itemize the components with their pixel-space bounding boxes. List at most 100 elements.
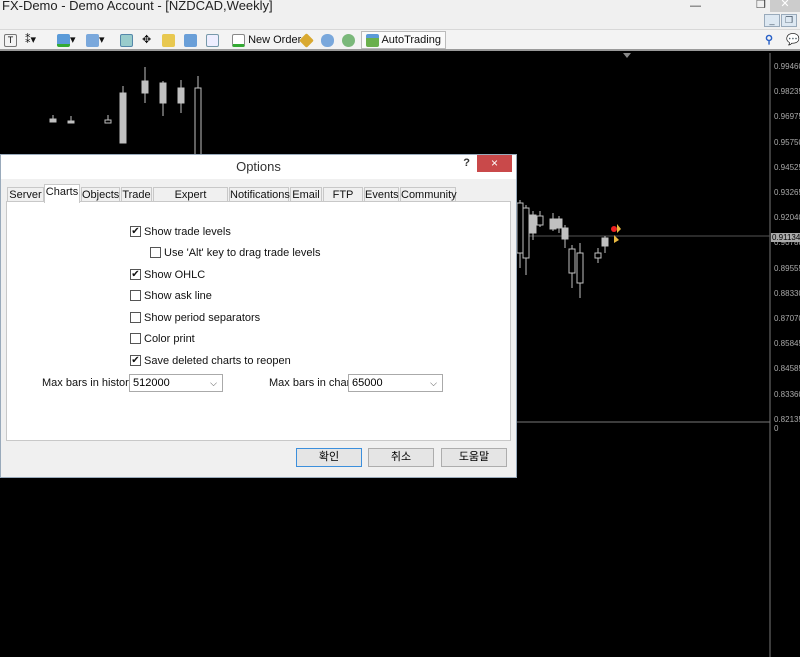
checkbox-label: Show period separators xyxy=(144,312,261,324)
chat-icon[interactable]: 💬 xyxy=(786,32,800,48)
checkbox-label: Show ask line xyxy=(144,290,212,302)
candle xyxy=(522,205,530,275)
candle xyxy=(561,225,569,248)
tab-expert-advisors[interactable]: Expert Advisors xyxy=(153,187,228,215)
max-bars-history-select[interactable]: 512000 ⌵ xyxy=(129,374,223,392)
price-label: 0.83360 xyxy=(774,389,800,399)
strategy-tester-icon[interactable] xyxy=(206,32,219,48)
profiles-icon[interactable]: ▾ xyxy=(86,32,105,48)
terminal-icon[interactable] xyxy=(184,32,197,48)
crosshair-icon[interactable]: ✥ xyxy=(142,32,151,48)
tab-objects[interactable]: Objects xyxy=(81,187,120,202)
candle xyxy=(568,245,576,288)
new-chart-icon[interactable]: ▾ xyxy=(57,32,76,48)
checkbox-color-print[interactable]: Color print xyxy=(130,333,195,346)
signals-icon[interactable] xyxy=(321,32,334,48)
candle xyxy=(576,243,584,298)
candle xyxy=(141,67,149,103)
checkbox-show-ask-line[interactable]: Show ask line xyxy=(130,290,212,303)
tab-community[interactable]: Community xyxy=(400,187,457,202)
candle xyxy=(119,86,127,144)
chevron-down-icon: ⌵ xyxy=(210,378,217,388)
navigator-icon[interactable] xyxy=(162,32,175,48)
dialog-title: Options xyxy=(236,159,281,174)
candle xyxy=(67,116,75,124)
tab-notifications[interactable]: Notifications xyxy=(229,187,290,202)
candle xyxy=(555,216,563,233)
candle xyxy=(104,115,112,124)
max-bars-history-label: Max bars in history: xyxy=(42,377,138,389)
new-order-button[interactable]: New Order xyxy=(232,32,301,48)
checkbox-label: Save deleted charts to reopen xyxy=(144,355,291,367)
autotrading-button[interactable]: AutoTrading xyxy=(361,31,446,49)
price-label: 0.94525 xyxy=(774,162,800,172)
tab-email[interactable]: Email xyxy=(290,187,322,202)
trade-arrow-icon xyxy=(611,224,621,243)
checkbox-show-ohlc[interactable]: ✔ Show OHLC xyxy=(130,269,205,282)
price-label: 0.93265 xyxy=(774,188,800,197)
candle xyxy=(549,213,557,231)
charts-tab-panel: ✔ Show trade levels Use 'Alt' key to drag … xyxy=(6,201,511,441)
price-label: 0.92040 xyxy=(774,213,800,223)
checkbox-label: Color print xyxy=(144,333,195,345)
shift-marker-icon xyxy=(623,53,631,58)
toolbar: T ⁑▾ ▾ ▾ ✥ New Order AutoTrading ⚲ 💬 xyxy=(0,30,800,51)
checkbox-use-alt-key-to-drag-trade-levels[interactable]: Use 'Alt' key to drag trade levels xyxy=(150,247,320,260)
max-bars-chart-select[interactable]: 65000 ⌵ xyxy=(348,374,443,392)
chevron-down-icon: ⌵ xyxy=(430,378,437,388)
candle xyxy=(601,236,609,253)
options-dialog: Options ? × Server Charts Objects Trade Expe… xyxy=(0,154,517,478)
checkbox-box[interactable]: ✔ xyxy=(130,269,141,280)
help-icon[interactable]: ? xyxy=(463,157,470,169)
price-label: 0.98235 xyxy=(774,87,800,97)
checkbox-box[interactable]: ✔ xyxy=(130,355,141,366)
checkbox-box[interactable]: ✔ xyxy=(130,226,141,237)
candle xyxy=(49,115,57,123)
maximize-button[interactable]: ❐ xyxy=(756,0,766,11)
candle xyxy=(177,80,185,113)
help-button[interactable]: 도움말 xyxy=(441,448,507,467)
price-label: 0.88330 xyxy=(774,288,800,298)
candle xyxy=(536,211,544,227)
price-label: 0.84585 xyxy=(774,364,800,374)
tab-events[interactable]: Events xyxy=(364,187,399,202)
current-price-label: 0.91134 xyxy=(771,233,800,242)
metaeditor-icon[interactable] xyxy=(299,32,314,48)
minimize-button[interactable]: — xyxy=(690,0,701,12)
max-bars-history-value: 512000 xyxy=(133,377,170,389)
close-window-button[interactable]: ✕ xyxy=(770,0,800,12)
checkbox-show-period-separators[interactable]: Show period separators xyxy=(130,312,260,325)
checkbox-box[interactable] xyxy=(130,333,141,344)
price-label: 0.87070 xyxy=(774,314,800,323)
checkbox-box[interactable] xyxy=(130,290,141,301)
autotrading-label: AutoTrading xyxy=(381,34,441,46)
checkbox-label: Show OHLC xyxy=(144,269,206,281)
candle xyxy=(594,248,602,263)
tab-trade[interactable]: Trade xyxy=(121,187,152,202)
market-watch-icon[interactable] xyxy=(120,32,133,48)
tab-server[interactable]: Server xyxy=(7,187,44,202)
mdi-restore-button[interactable]: ❐ xyxy=(781,14,797,27)
window-title-bar: FX-Demo - Demo Account - [NZDCAD,Weekly]… xyxy=(0,0,800,14)
price-label: 0.99460 xyxy=(774,62,800,71)
mdi-minimize-button[interactable]: _ xyxy=(764,14,780,27)
autotrading-icon xyxy=(366,33,379,47)
market-icon[interactable] xyxy=(342,32,355,48)
text-icon[interactable]: T xyxy=(4,32,17,48)
tab-charts[interactable]: Charts xyxy=(44,184,80,203)
indicator-zero-label: 0 xyxy=(774,424,779,433)
checkbox-show-trade-levels[interactable]: ✔ Show trade levels xyxy=(130,226,231,239)
price-label: 0.82135 xyxy=(774,414,800,424)
candle xyxy=(159,81,167,116)
checkbox-save-deleted-charts-to-reopen[interactable]: ✔ Save deleted charts to reopen xyxy=(130,355,291,368)
cancel-button[interactable]: 취소 xyxy=(368,448,434,467)
dialog-close-button[interactable]: × xyxy=(477,155,512,172)
ok-button[interactable]: 확인 xyxy=(296,448,362,467)
checkbox-box[interactable] xyxy=(130,312,141,323)
checkbox-box[interactable] xyxy=(150,247,161,258)
window-title: FX-Demo - Demo Account - [NZDCAD,Weekly] xyxy=(2,0,273,13)
search-icon[interactable]: ⚲ xyxy=(765,32,773,48)
tab-ftp[interactable]: FTP xyxy=(323,187,363,202)
menu-bar: _ ❐ xyxy=(0,14,800,30)
line-tools-icon[interactable]: ⁑▾ xyxy=(25,32,36,48)
